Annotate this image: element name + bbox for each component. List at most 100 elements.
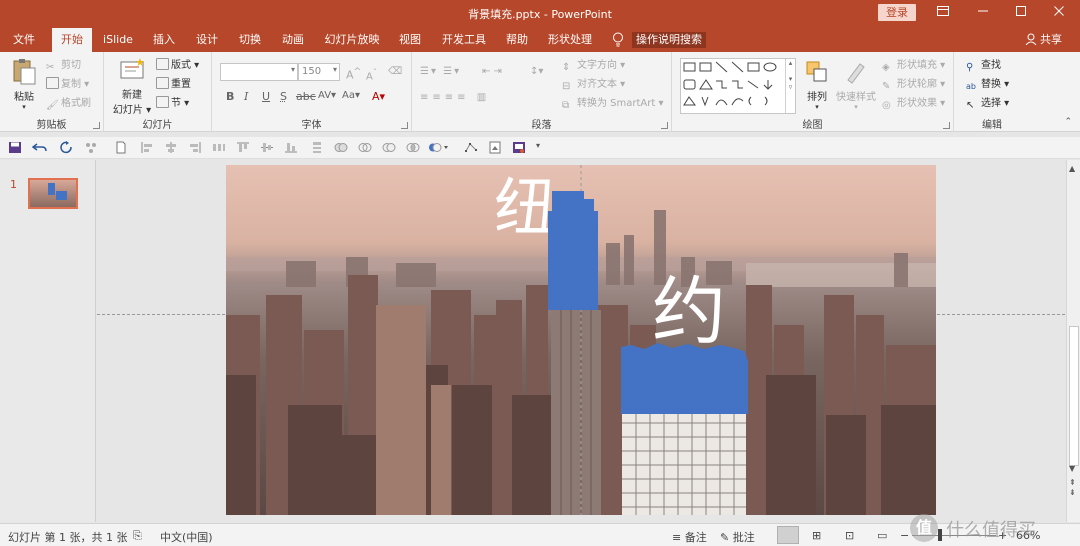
zoom-slider[interactable]	[912, 535, 996, 536]
zoom-in-icon[interactable]: +	[998, 529, 1007, 542]
underline-icon[interactable]: U	[262, 90, 270, 103]
bold-icon[interactable]: B	[226, 90, 234, 103]
grow-font-icon[interactable]: A^	[346, 64, 361, 82]
close-icon[interactable]	[1044, 3, 1074, 23]
italic-icon[interactable]: I	[244, 90, 248, 103]
shadow-icon[interactable]: S	[280, 90, 287, 103]
alignment-icons[interactable]: ≡≡≡≡ ▥	[420, 90, 490, 106]
dialog-launcher-icon[interactable]	[943, 122, 950, 129]
collapse-ribbon-icon[interactable]: ⌃	[1064, 117, 1072, 127]
dialog-launcher-icon[interactable]	[93, 122, 100, 129]
slide-text-a[interactable]: 纽	[494, 177, 556, 239]
select-button[interactable]: ↖ 选择 ▾	[966, 96, 1009, 112]
language-indicator[interactable]: 中文(中国)	[160, 529, 213, 545]
tab-home[interactable]: 开始	[52, 28, 92, 52]
reset-button[interactable]: 重置	[156, 77, 191, 93]
distribute-vertical-icon[interactable]	[310, 141, 324, 154]
copy-button[interactable]: 复制 ▾	[46, 77, 89, 93]
slideshow-icon[interactable]: ▭	[877, 529, 887, 542]
tab-transitions[interactable]: 切换	[232, 28, 268, 52]
align-middle-icon[interactable]	[260, 141, 274, 154]
clear-format-icon[interactable]: ⌫	[388, 64, 402, 80]
tab-islide[interactable]: iSlide	[98, 28, 138, 52]
bullets-icon[interactable]: ☰▾ ☰▾	[420, 64, 461, 80]
new-document-icon[interactable]	[114, 141, 128, 154]
shape-effects-button[interactable]: ◎ 形状效果 ▾	[882, 96, 945, 112]
tab-shape-tools[interactable]: 形状处理	[542, 28, 598, 52]
shape-fill-button[interactable]: ◈ 形状填充 ▾	[882, 58, 945, 74]
combine-shapes-icon[interactable]	[358, 141, 372, 154]
align-text-button[interactable]: ⊟ 对齐文本 ▾	[562, 77, 625, 93]
slide[interactable]: 纽 约	[226, 165, 936, 515]
scroll-down-icon[interactable]: ▼	[1069, 464, 1075, 473]
distribute-horizontal-icon[interactable]	[212, 141, 226, 154]
shrink-font-icon[interactable]: Aˇ	[366, 64, 377, 82]
zoom-level[interactable]: 66%	[1016, 529, 1040, 542]
gallery-scroll[interactable]: ▴ ▾ ▿	[785, 59, 795, 113]
subtract-shapes-icon[interactable]	[428, 141, 450, 154]
save-icon[interactable]	[8, 141, 22, 154]
char-spacing-icon[interactable]: AV▾	[318, 90, 336, 101]
reading-view-icon[interactable]: ⊡	[845, 529, 854, 542]
arrange-button[interactable]: 排列 ▾	[800, 58, 834, 111]
align-top-icon[interactable]	[236, 141, 250, 154]
tab-design[interactable]: 设计	[189, 28, 225, 52]
tab-help[interactable]: 帮助	[500, 28, 534, 52]
font-color-icon[interactable]: A▾	[372, 90, 385, 103]
scroll-thumb[interactable]	[1069, 326, 1079, 466]
smartart-button[interactable]: ⧉ 转换为 SmartArt ▾	[562, 96, 664, 112]
scroll-up-icon[interactable]: ▲	[1069, 164, 1075, 173]
tell-me-search[interactable]: 操作说明搜索	[632, 32, 706, 48]
tab-view[interactable]: 视图	[392, 28, 428, 52]
align-right-icon[interactable]	[188, 141, 202, 154]
tab-insert[interactable]: 插入	[146, 28, 182, 52]
shapes-gallery[interactable]: ▴ ▾ ▿	[680, 58, 796, 114]
text-direction-button[interactable]: ⇕ 文字方向 ▾	[562, 58, 625, 74]
tab-slideshow[interactable]: 幻灯片放映	[318, 28, 386, 52]
page-nav-icons[interactable]: ⇞ ⇟	[1069, 478, 1076, 498]
format-painter-button[interactable]: 🖌 格式刷	[46, 96, 91, 112]
align-left-icon[interactable]	[140, 141, 154, 154]
minimize-icon[interactable]	[968, 3, 998, 23]
strikethrough-icon[interactable]: abc	[296, 90, 316, 103]
notes-button[interactable]: ≡ 备注	[672, 529, 707, 545]
new-slide-button[interactable]: 新建 幻灯片 ▾	[110, 56, 154, 116]
replace-button[interactable]: ab 替换 ▾	[966, 77, 1009, 93]
zoom-slider-handle[interactable]	[938, 529, 942, 541]
vertical-scrollbar[interactable]: ▲ ▼ ⇞ ⇟	[1066, 160, 1080, 522]
dialog-launcher-icon[interactable]	[401, 122, 408, 129]
tab-animations[interactable]: 动画	[275, 28, 311, 52]
islide-icon[interactable]	[84, 141, 98, 154]
slide-sorter-icon[interactable]: ⊞	[812, 529, 821, 542]
zoom-out-icon[interactable]: −	[900, 529, 909, 542]
section-button[interactable]: 节 ▾	[156, 96, 189, 112]
cut-button[interactable]: ✂ 剪切	[46, 58, 81, 74]
save-as-image-icon[interactable]	[512, 141, 526, 154]
slide-thumbnail[interactable]	[28, 178, 78, 209]
paste-button[interactable]: 粘贴 ▾	[6, 58, 42, 111]
line-spacing-icon[interactable]: ↕▾	[530, 64, 543, 80]
redo-icon[interactable]	[60, 141, 74, 154]
tab-file[interactable]: 文件	[6, 28, 42, 52]
font-name-box[interactable]: ▾	[220, 63, 298, 81]
share-button[interactable]: 共享	[1025, 28, 1062, 52]
export-image-icon[interactable]	[488, 141, 502, 154]
align-center-icon[interactable]	[164, 141, 178, 154]
union-shapes-icon[interactable]	[334, 141, 348, 154]
edit-points-icon[interactable]	[464, 141, 478, 154]
indent-icons[interactable]: ⇤ ⇥	[482, 64, 502, 80]
login-button[interactable]: 登录	[878, 4, 916, 21]
align-bottom-icon[interactable]	[284, 141, 298, 154]
change-case-icon[interactable]: Aa▾	[342, 90, 360, 101]
find-button[interactable]: ⚲ 查找	[966, 58, 1001, 74]
shape-outline-button[interactable]: ✎ 形状轮廓 ▾	[882, 77, 945, 93]
fragment-shapes-icon[interactable]	[382, 141, 396, 154]
normal-view-icon[interactable]	[777, 526, 799, 544]
tab-developer[interactable]: 开发工具	[436, 28, 492, 52]
intersect-shapes-icon[interactable]	[406, 141, 420, 154]
ribbon-display-options-icon[interactable]	[928, 3, 958, 23]
font-size-box[interactable]: 150 ▾	[298, 63, 340, 81]
comments-button[interactable]: ✎ 批注	[720, 529, 755, 545]
slide-text-b[interactable]: 约	[652, 275, 726, 349]
undo-icon[interactable]	[32, 141, 50, 154]
